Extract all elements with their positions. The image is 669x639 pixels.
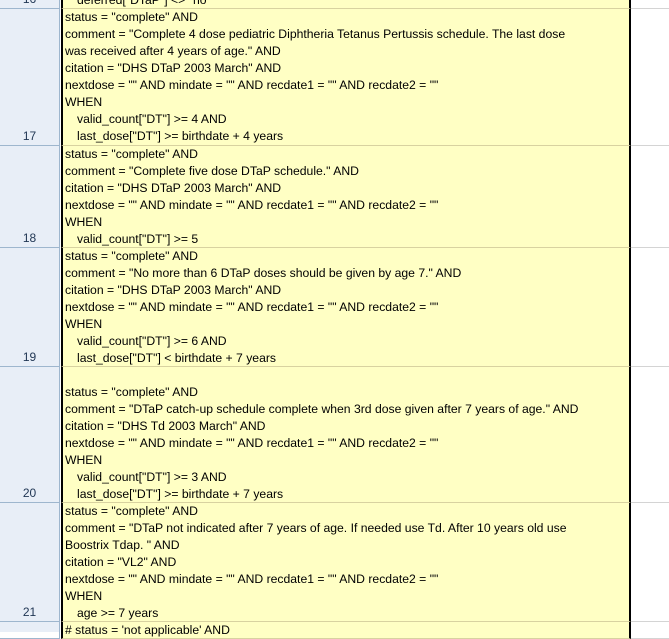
cell-text-line: valid_count["DT"] >= 5 bbox=[77, 232, 199, 246]
cell-text-line: status = "complete" AND bbox=[65, 147, 198, 161]
cell-text-line: last_dose["DT"] >= birthdate + 7 years bbox=[77, 487, 284, 501]
formula-cell[interactable]: status = "complete" AND comment = "Comple… bbox=[61, 146, 631, 248]
cell-text-line: status = "complete" AND bbox=[65, 249, 198, 263]
row-header-20[interactable]: 20 bbox=[0, 367, 60, 503]
cell-text-line: comment = "DTaP catch-up schedule comple… bbox=[65, 402, 579, 416]
formula-cell[interactable]: status = "complete" AND comment = "DTaP n… bbox=[61, 503, 631, 622]
row-header-next[interactable] bbox=[0, 622, 60, 639]
cell-text-line: citation = "DHS Td 2003 March" AND bbox=[65, 419, 266, 433]
adjacent-cell[interactable] bbox=[631, 503, 669, 622]
adjacent-cell[interactable] bbox=[631, 248, 669, 367]
cell-text-line: valid_count["DT"] >= 3 AND bbox=[77, 470, 227, 484]
cell-text-line: nextdose = "" AND mindate = "" AND recda… bbox=[65, 436, 439, 450]
cell-text-line: nextdose = "" AND mindate = "" AND recda… bbox=[65, 572, 439, 586]
cell-text-line: deferred["DTaP"] <> "no" bbox=[77, 0, 211, 7]
cell-text-line: WHEN bbox=[65, 589, 103, 603]
cell-text-line: last_dose["DT"] >= birthdate + 4 years bbox=[77, 129, 284, 143]
formula-cell[interactable]: status = "complete" AND comment = "Comple… bbox=[61, 9, 631, 146]
cell-text-line: last_dose["DT"] < birthdate + 7 years bbox=[77, 351, 277, 365]
adjacent-cell[interactable] bbox=[631, 146, 669, 248]
row-header-21[interactable]: 21 bbox=[0, 503, 60, 622]
cell-text-line: citation = "DHS DTaP 2003 March" AND bbox=[65, 181, 282, 195]
formula-cell[interactable]: status = "complete" AND comment = "No mor… bbox=[61, 248, 631, 367]
cell-text-line: was received after 4 years of age." AND bbox=[65, 44, 281, 58]
cell-text-line: nextdose = "" AND mindate = "" AND recda… bbox=[65, 198, 439, 212]
cell-text-line: comment = "No more than 6 DTaP doses sho… bbox=[65, 266, 462, 280]
cell-text-line: status = "complete" AND bbox=[65, 504, 198, 518]
row-header-18[interactable]: 18 bbox=[0, 146, 60, 248]
cell-text-line: valid_count["DT"] >= 6 AND bbox=[77, 334, 227, 348]
cell-text-line: # status = 'not applicable' AND bbox=[65, 623, 230, 637]
row-header-16[interactable]: 16 bbox=[0, 0, 60, 9]
cell-text-line: citation = "DHS DTaP 2003 March" AND bbox=[65, 61, 282, 75]
cell-text-line: comment = "DTaP not indicated after 7 ye… bbox=[65, 521, 567, 535]
cell-text-line: Boostrix Tdap. " AND bbox=[65, 538, 180, 552]
cell-text-line: comment = "Complete five dose DTaP sched… bbox=[65, 164, 359, 178]
cell-text-line: nextdose = "" AND mindate = "" AND recda… bbox=[65, 78, 439, 92]
cell-text-line: WHEN bbox=[65, 317, 103, 331]
adjacent-cell[interactable] bbox=[631, 9, 669, 146]
row-header-19[interactable]: 19 bbox=[0, 248, 60, 367]
row-header-17[interactable]: 17 bbox=[0, 9, 60, 146]
cell-text-line: WHEN bbox=[65, 95, 103, 109]
cell-text-line: status = "complete" AND bbox=[65, 385, 198, 399]
cell-text-line bbox=[65, 367, 629, 384]
cell-text-line: WHEN bbox=[65, 215, 103, 229]
cell-text-line: WHEN bbox=[65, 453, 103, 467]
cell-text-line: status = "complete" AND bbox=[65, 10, 198, 24]
adjacent-cell[interactable] bbox=[631, 367, 669, 503]
formula-cell[interactable]: deferred["DTaP"] <> "no" bbox=[61, 0, 631, 9]
adjacent-cell[interactable] bbox=[631, 0, 669, 9]
cell-text-line: age >= 7 years bbox=[77, 606, 159, 620]
formula-cell[interactable]: # status = 'not applicable' AND bbox=[61, 622, 631, 639]
cell-text-line: citation = "DHS DTaP 2003 March" AND bbox=[65, 283, 282, 297]
cell-text-line: valid_count["DT"] >= 4 AND bbox=[77, 112, 227, 126]
cell-text-line: nextdose = "" AND mindate = "" AND recda… bbox=[65, 300, 439, 314]
cell-text-line: citation = "VL2" AND bbox=[65, 555, 177, 569]
formula-cell[interactable]: status = "complete" AND comment = "DTaP c… bbox=[61, 367, 631, 503]
cell-text-line: comment = "Complete 4 dose pediatric Dip… bbox=[65, 27, 566, 41]
adjacent-cell[interactable] bbox=[631, 622, 669, 639]
